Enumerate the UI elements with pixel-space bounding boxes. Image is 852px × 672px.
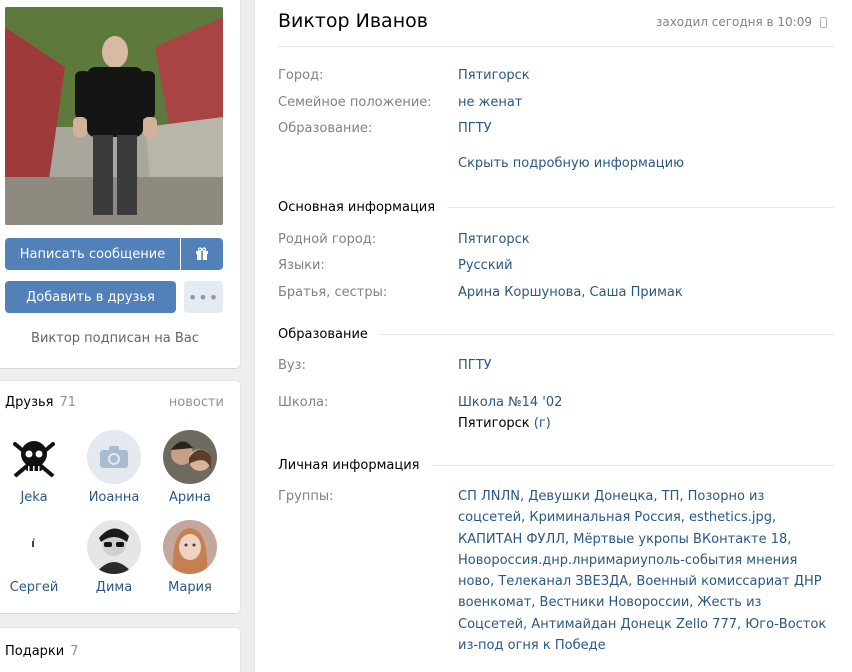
profile-photo[interactable] xyxy=(5,7,223,225)
online-status-text: заходил сегодня в 10:09 xyxy=(655,15,812,29)
info-row-siblings: Братья, сестры: Арина Коршунова, Саша Пр… xyxy=(278,282,838,303)
mobile-icon xyxy=(820,16,827,28)
info-label: Братья, сестры: xyxy=(278,285,388,300)
info-row-education: Образование: ПГТУ xyxy=(278,118,838,139)
friend-name: Иоанна xyxy=(88,490,140,505)
friend-item[interactable]: Дима xyxy=(76,520,152,595)
avatar xyxy=(7,430,61,484)
friend-name: Мария xyxy=(168,580,212,595)
info-label: Семейное положение: xyxy=(278,95,432,110)
camera-icon xyxy=(100,446,128,468)
gift-icon xyxy=(196,247,208,260)
friend-item[interactable]: Мария xyxy=(152,520,228,595)
friend-item[interactable]: Сергей xyxy=(0,520,72,595)
avatar xyxy=(87,430,141,484)
skull-icon xyxy=(7,430,61,484)
info-row-school: Школа: Школа №14 '02 Пятигорск (г) xyxy=(278,392,838,434)
info-label: Образование: xyxy=(278,121,373,136)
section-divider xyxy=(379,334,834,335)
school-block: Школа №14 '02 Пятигорск (г) xyxy=(458,392,838,434)
avatar xyxy=(87,520,141,574)
profile-info-card: Виктор Иванов заходил сегодня в 10:09 Го… xyxy=(255,0,852,672)
info-row-city: Город: Пятигорск xyxy=(278,65,838,86)
hometown-link[interactable]: Пятигорск xyxy=(458,229,838,250)
section-main-info: Основная информация xyxy=(278,200,834,215)
friend-name: Сергей xyxy=(9,580,59,595)
friends-news-link[interactable]: новости xyxy=(169,395,224,410)
section-divider xyxy=(447,207,834,208)
page-title: Виктор Иванов xyxy=(278,10,428,32)
profile-card: Написать сообщение Добавить в друзья •••… xyxy=(0,0,240,368)
avatar xyxy=(163,520,217,574)
section-title: Основная информация xyxy=(278,200,436,215)
friends-count: 71 xyxy=(59,395,77,410)
city-link[interactable]: Пятигорск xyxy=(458,65,838,86)
friends-title: Друзья xyxy=(5,395,54,410)
info-row-languages: Языки: Русский xyxy=(278,255,838,276)
section-title: Образование xyxy=(278,327,368,342)
info-row-hometown: Родной город: Пятигорск xyxy=(278,229,838,250)
info-label: Вуз: xyxy=(278,358,306,373)
info-row-marital: Семейное положение: не женат xyxy=(278,92,838,113)
section-title: Личная информация xyxy=(278,458,420,473)
avatar xyxy=(163,430,217,484)
info-label: Языки: xyxy=(278,258,325,273)
education-link[interactable]: ПГТУ xyxy=(458,118,838,139)
friends-card: Друзья 71 новости Jeka Иоанна Арина Серг… xyxy=(0,381,240,613)
send-gift-button[interactable] xyxy=(181,238,223,270)
more-actions-button[interactable]: ••• xyxy=(184,281,223,313)
header-divider xyxy=(278,46,834,47)
gifts-count: 7 xyxy=(70,644,79,659)
school-city: Пятигорск xyxy=(458,416,530,431)
friends-header: Друзья 71 новости xyxy=(5,395,224,410)
section-education: Образование xyxy=(278,327,834,342)
friend-item[interactable]: Иоанна xyxy=(76,430,152,505)
online-status: заходил сегодня в 10:09 xyxy=(656,15,827,29)
school-type-link[interactable]: (г) xyxy=(534,416,551,431)
info-label: Школа: xyxy=(278,395,329,410)
info-label: Город: xyxy=(278,68,324,83)
info-row-university: Вуз: ПГТУ xyxy=(278,355,838,376)
groups-links[interactable]: СП ЛNЛN, Девушки Донецка, ТП, Позорно из… xyxy=(458,486,834,656)
university-link[interactable]: ПГТУ xyxy=(458,355,838,376)
friends-title-link[interactable]: Друзья 71 xyxy=(5,395,76,410)
avatar xyxy=(7,520,61,574)
section-divider xyxy=(431,465,834,466)
info-label: Родной город: xyxy=(278,232,377,247)
add-friend-button[interactable]: Добавить в друзья xyxy=(5,281,176,313)
section-personal: Личная информация xyxy=(278,458,834,473)
gifts-header[interactable]: Подарки 7 xyxy=(5,644,79,659)
marital-link[interactable]: не женат xyxy=(458,92,838,113)
info-row-groups: Группы: СП ЛNЛN, Девушки Донецка, ТП, По… xyxy=(278,486,834,656)
friend-name: Арина xyxy=(168,490,212,505)
languages-link[interactable]: Русский xyxy=(458,255,838,276)
friend-item[interactable]: Jeka xyxy=(0,430,72,505)
friend-name: Jeka xyxy=(20,490,48,505)
toggle-details-link[interactable]: Скрыть подробную информацию xyxy=(458,156,684,171)
gifts-card: Подарки 7 xyxy=(0,628,240,672)
friend-item[interactable]: Арина xyxy=(152,430,228,505)
school-link[interactable]: Школа №14 '02 xyxy=(458,395,562,410)
gifts-title: Подарки xyxy=(5,644,65,659)
info-label: Группы: xyxy=(278,489,334,504)
siblings-link[interactable]: Арина Коршунова, Саша Примак xyxy=(458,282,838,303)
friend-name: Дима xyxy=(95,580,133,595)
subscribed-note: Виктор подписан на Вас xyxy=(31,331,199,346)
write-message-button[interactable]: Написать сообщение xyxy=(5,238,180,270)
